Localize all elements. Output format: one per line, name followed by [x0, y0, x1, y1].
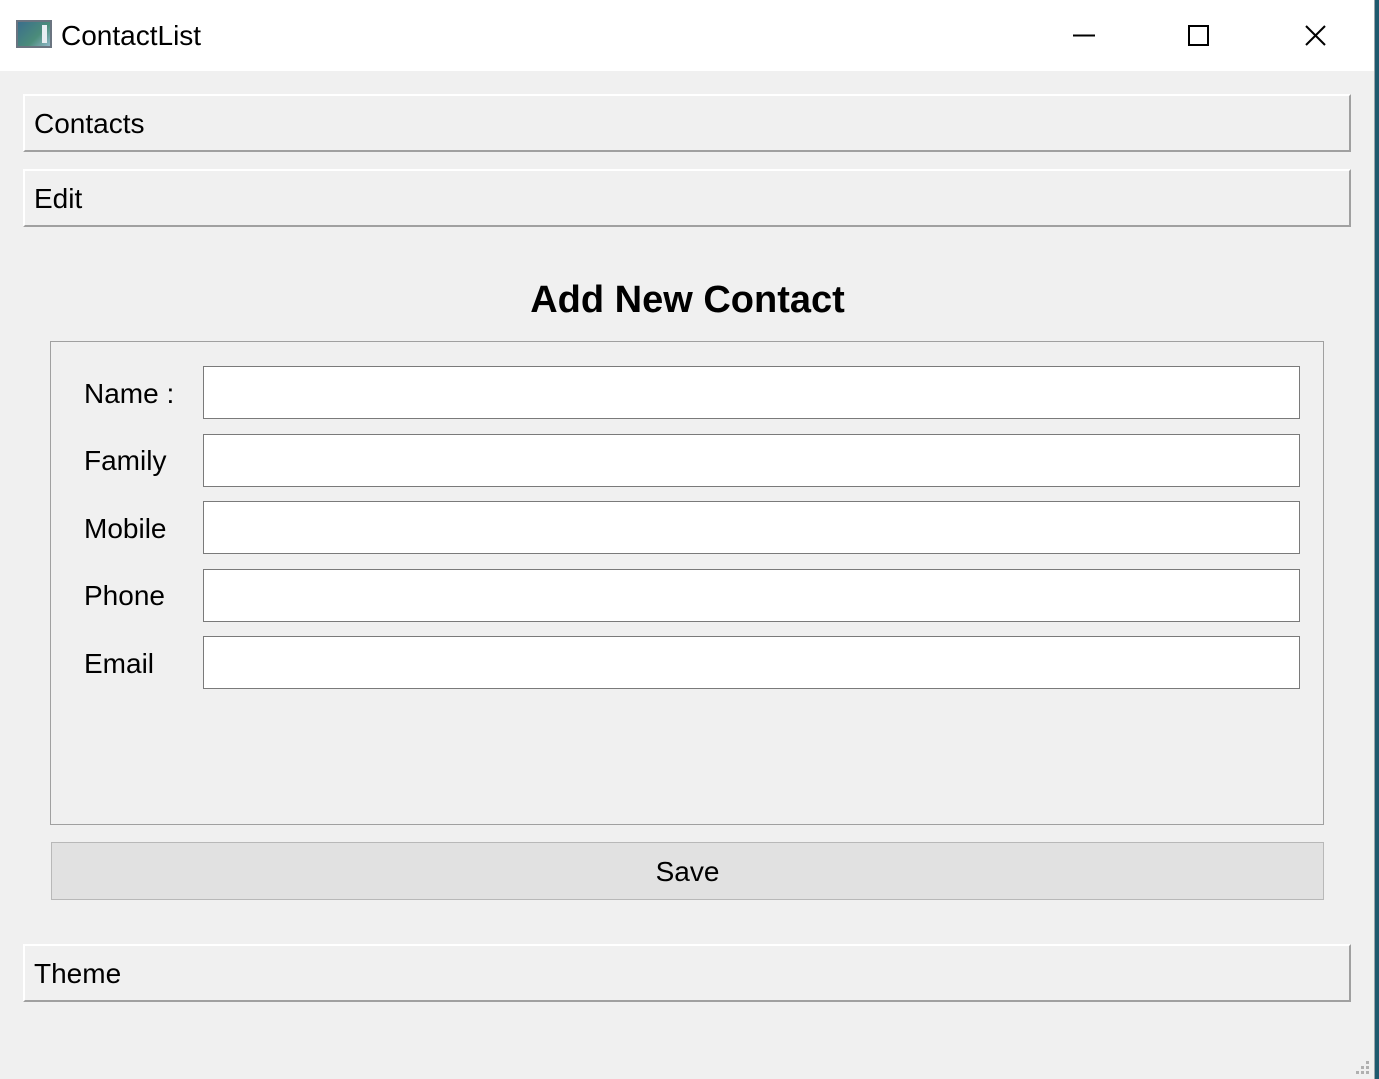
contacts-section-label: Contacts [34, 108, 145, 139]
phone-label: Phone [84, 580, 165, 611]
theme-section-header[interactable]: Theme [23, 944, 1351, 1002]
form-title: Add New Contact [530, 279, 845, 321]
minimize-icon [1073, 34, 1095, 37]
theme-section-label: Theme [34, 958, 122, 989]
maximize-button[interactable] [1141, 0, 1257, 71]
email-input[interactable] [203, 636, 1300, 689]
edit-section-header[interactable]: Edit [23, 169, 1351, 227]
close-button[interactable] [1257, 0, 1373, 71]
app-window: ContactList Contacts Edit Add New Contac… [0, 0, 1375, 1079]
close-icon [1305, 25, 1326, 46]
email-label: Email [84, 648, 155, 679]
mobile-input[interactable] [203, 501, 1300, 554]
contact-form: Name : Family Mobile Phone Email [50, 341, 1324, 825]
contacts-section-header[interactable]: Contacts [23, 94, 1351, 152]
title-bar[interactable]: ContactList [0, 0, 1374, 71]
maximize-icon [1188, 25, 1209, 46]
window-title: ContactList [61, 20, 202, 51]
edit-section-label: Edit [34, 183, 83, 214]
save-button[interactable]: Save [51, 842, 1324, 900]
app-window-icon [16, 20, 52, 48]
resize-grip-icon[interactable] [1354, 1059, 1370, 1075]
phone-input[interactable] [203, 569, 1300, 622]
mobile-label: Mobile [84, 513, 167, 544]
minimize-button[interactable] [1025, 0, 1141, 71]
name-label: Name : [84, 378, 175, 409]
family-input[interactable] [203, 434, 1300, 487]
name-input[interactable] [203, 366, 1300, 419]
family-label: Family [84, 445, 167, 476]
